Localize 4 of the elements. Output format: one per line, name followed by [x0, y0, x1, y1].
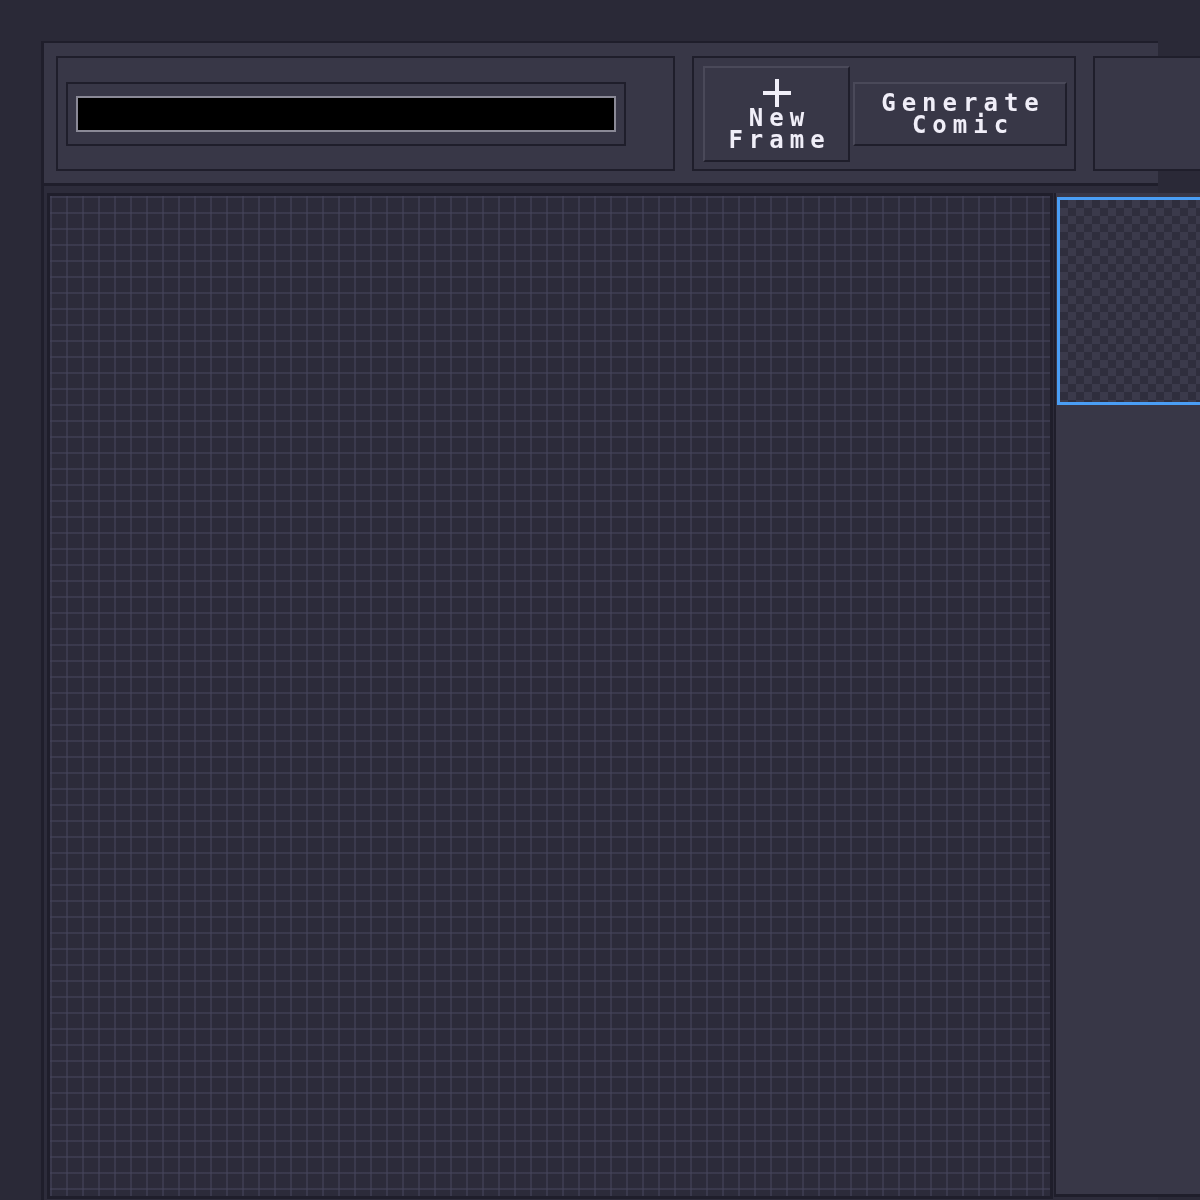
generate-button[interactable]: Generate Comic — [853, 82, 1067, 146]
input-field[interactable] — [76, 96, 616, 132]
plus-icon — [762, 79, 791, 107]
new-frame-button[interactable]: New Frame — [703, 66, 850, 162]
